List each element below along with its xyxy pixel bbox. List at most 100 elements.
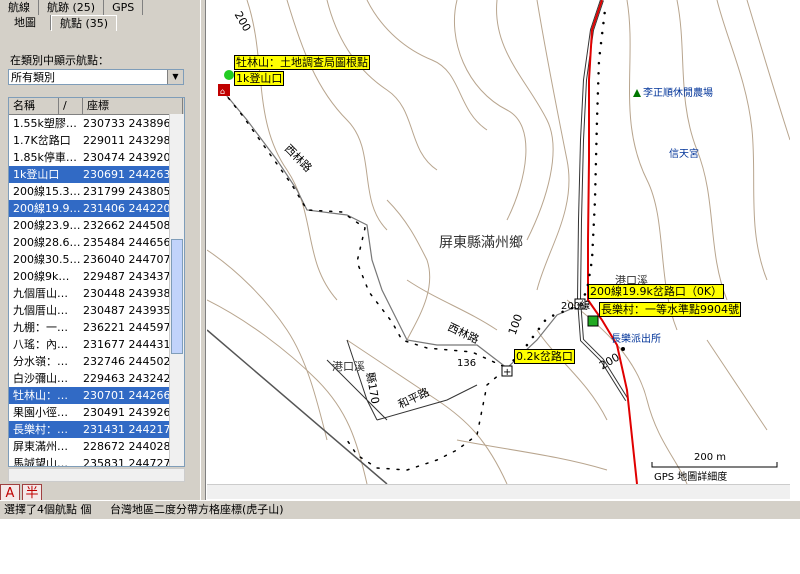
waypoint-label-trailhead[interactable]: 1k登山口 bbox=[234, 71, 285, 86]
map-horizontal-scrollbar[interactable] bbox=[207, 484, 790, 499]
waypoint-row[interactable]: 牡林山：… 230701 2442663 bbox=[9, 387, 184, 404]
waypoint-coordinate: 235831 2447277 bbox=[83, 457, 173, 467]
elevation-label: 136 bbox=[457, 358, 477, 369]
waypoint-row[interactable]: 馬誠望山… 235831 2447277 bbox=[9, 455, 184, 467]
tab-tracks[interactable]: 航跡 (25) bbox=[39, 0, 105, 15]
waypoint-label-peak[interactable]: 牡林山：土地調查局圖根點 bbox=[234, 55, 370, 70]
waypoint-name: 分水嶺：… bbox=[13, 355, 68, 368]
svg-text:+: + bbox=[503, 367, 511, 378]
waypoint-row[interactable]: 200線9k… 229487 2434372 bbox=[9, 268, 184, 285]
waypoint-row[interactable]: 九棚：一… 236221 2445977 bbox=[9, 319, 184, 336]
waypoint-coordinate: 231406 2442207 bbox=[83, 202, 173, 215]
waypoint-coordinate: 230448 2439380 bbox=[83, 287, 173, 300]
waypoint-row[interactable]: 白沙彌山… 229463 2432426 bbox=[9, 370, 184, 387]
tab-map[interactable]: 地圖 bbox=[0, 15, 51, 30]
tab-row-bottom: 地圖 航點 (35) bbox=[0, 15, 118, 31]
waypoint-row[interactable]: 八瑤：內… 231677 2444315 bbox=[9, 336, 184, 353]
waypoint-name: 屏東滿州… bbox=[13, 440, 68, 453]
status-coordinate-system: 台灣地區二度分帶方格座標(虎子山) bbox=[110, 503, 284, 516]
stream-label: 港口溪 bbox=[332, 360, 365, 373]
waypoint-row[interactable]: 長樂村：… 231431 2442174 bbox=[9, 421, 184, 438]
waypoint-name: 九棚：一… bbox=[13, 321, 68, 334]
waypoint-name: 1.55k塑膠… bbox=[13, 117, 77, 130]
column-name-header[interactable]: 名稱 bbox=[9, 98, 59, 114]
category-select[interactable]: 所有類別 ▼ bbox=[8, 69, 184, 85]
waypoint-label-junction[interactable]: 200線19.9k岔路口（0K） bbox=[588, 284, 725, 299]
tab-gps[interactable]: GPS bbox=[104, 0, 144, 15]
waypoint-row[interactable]: 九個厝山… 230487 2439357 bbox=[9, 302, 184, 319]
waypoint-coordinate: 230733 2438962 bbox=[83, 117, 173, 130]
waypoint-row[interactable]: 1.55k塑膠… 230733 2438962 bbox=[9, 115, 184, 132]
waypoint-label-fork[interactable]: 0.2k岔路口 bbox=[514, 349, 575, 364]
waypoint-name: 200線28.6… bbox=[13, 236, 81, 249]
waypoint-row[interactable]: 200線30.5… 236040 2447077 bbox=[9, 251, 184, 268]
waypoint-coordinate: 230701 2442663 bbox=[83, 389, 173, 402]
chevron-down-icon[interactable]: ▼ bbox=[167, 70, 183, 84]
svg-text:⌂: ⌂ bbox=[220, 87, 225, 96]
temple-label: 信天宮 bbox=[669, 149, 699, 160]
waypoint-coordinate: 229463 2432426 bbox=[83, 372, 173, 385]
waypoint-name: 九個厝山… bbox=[13, 304, 68, 317]
waypoint-list: 名稱 / 座標 1.55k塑膠… 230733 2438962 1.7K岔路口 229… bbox=[8, 97, 185, 467]
waypoint-coordinate: 231677 2444315 bbox=[83, 338, 173, 351]
waypoint-coordinate: 236221 2445977 bbox=[83, 321, 173, 334]
waypoint-row[interactable]: 1.85k停車… 230474 2439201 bbox=[9, 149, 184, 166]
waypoint-coordinate: 230491 2439263 bbox=[83, 406, 173, 419]
peak-marker-icon[interactable] bbox=[224, 70, 234, 80]
scroll-thumb[interactable] bbox=[171, 239, 183, 354]
list-vertical-scrollbar[interactable] bbox=[169, 114, 184, 466]
tab-row-top: 航線 航跡 (25) GPS bbox=[0, 0, 144, 15]
waypoint-coordinate: 231799 2438056 bbox=[83, 185, 173, 198]
list-header: 名稱 / 座標 bbox=[9, 98, 184, 115]
farm-label: 李正順休閒農場 bbox=[643, 88, 713, 99]
waypoint-panel: 航線 航跡 (25) GPS 地圖 航點 (35) 在類別中顯示航點： 所有類別… bbox=[0, 0, 200, 504]
waypoint-coordinate: 232662 2445087 bbox=[83, 219, 173, 232]
waypoint-row[interactable]: 分水嶺：… 232746 2445028 bbox=[9, 353, 184, 370]
waypoint-row[interactable]: 果園小徑… 230491 2439263 bbox=[9, 404, 184, 421]
waypoint-name: 200線15.3… bbox=[13, 185, 81, 198]
scale-label: 200 m bbox=[694, 452, 727, 463]
waypoint-row[interactable]: 200線15.3… 231799 2438056 bbox=[9, 183, 184, 200]
category-select-value: 所有類別 bbox=[11, 71, 55, 84]
panel-splitter[interactable] bbox=[200, 0, 206, 500]
waypoint-row[interactable]: 1.7K岔路口 229011 2432987 bbox=[9, 132, 184, 149]
waypoint-name: 200線9k… bbox=[13, 270, 70, 283]
waypoint-row[interactable]: 1k登山口 230691 2442630 bbox=[9, 166, 184, 183]
waypoint-name: 牡林山：… bbox=[13, 389, 68, 402]
farm-icon bbox=[633, 89, 641, 97]
waypoint-label-changle[interactable]: 長樂村：一等水準點9904號 bbox=[599, 302, 741, 317]
waypoint-rows: 1.55k塑膠… 230733 2438962 1.7K岔路口 229011 2432… bbox=[9, 115, 184, 467]
waypoint-row[interactable]: 200線28.6… 235484 2446569 bbox=[9, 234, 184, 251]
waypoint-coordinate: 229487 2434372 bbox=[83, 270, 173, 283]
waypoint-coordinate: 229011 2432987 bbox=[83, 134, 173, 147]
waypoint-name: 1k登山口 bbox=[13, 168, 60, 181]
waypoint-name: 果園小徑… bbox=[13, 406, 68, 419]
waypoint-name: 長樂村：… bbox=[13, 423, 68, 436]
waypoint-coordinate: 230691 2442630 bbox=[83, 168, 173, 181]
waypoint-row[interactable]: 屏東滿州… 228672 2440284 bbox=[9, 438, 184, 455]
waypoint-name: 九個厝山… bbox=[13, 287, 68, 300]
sort-indicator[interactable]: / bbox=[59, 98, 83, 114]
waypoint-coordinate: 228672 2440284 bbox=[83, 440, 173, 453]
waypoint-row[interactable]: 200線19.9… 231406 2442207 bbox=[9, 200, 184, 217]
map-view[interactable]: ⌂ + + 屏東縣滿州鄉 西林路 西林路 和平路 港口溪 港口溪 100 200… bbox=[207, 0, 790, 484]
waypoint-coordinate: 230474 2439201 bbox=[83, 151, 173, 164]
waypoint-name: 200線30.5… bbox=[13, 253, 81, 266]
waypoint-coordinate: 236040 2447077 bbox=[83, 253, 173, 266]
waypoint-name: 200線23.9… bbox=[13, 219, 81, 232]
column-coord-header[interactable]: 座標 bbox=[83, 98, 183, 114]
benchmark-marker-icon[interactable] bbox=[587, 315, 599, 327]
waypoint-name: 馬誠望山… bbox=[13, 457, 68, 467]
waypoint-coordinate: 235484 2446569 bbox=[83, 236, 173, 249]
waypoint-row[interactable]: 九個厝山… 230448 2439380 bbox=[9, 285, 184, 302]
list-horizontal-scrollbar[interactable] bbox=[8, 468, 185, 482]
status-selection: 選擇了4個航點 個 bbox=[4, 503, 92, 516]
status-bar: 選擇了4個航點 個 台灣地區二度分帶方格座標(虎子山) bbox=[0, 500, 800, 519]
police-label: 長樂派出所 bbox=[611, 334, 661, 345]
township-label: 屏東縣滿州鄉 bbox=[439, 235, 523, 251]
tab-waypoints[interactable]: 航點 (35) bbox=[51, 15, 118, 31]
waypoint-coordinate: 231431 2442174 bbox=[83, 423, 173, 436]
tab-routes[interactable]: 航線 bbox=[0, 0, 39, 15]
waypoint-name: 八瑤：內… bbox=[13, 338, 68, 351]
waypoint-row[interactable]: 200線23.9… 232662 2445087 bbox=[9, 217, 184, 234]
